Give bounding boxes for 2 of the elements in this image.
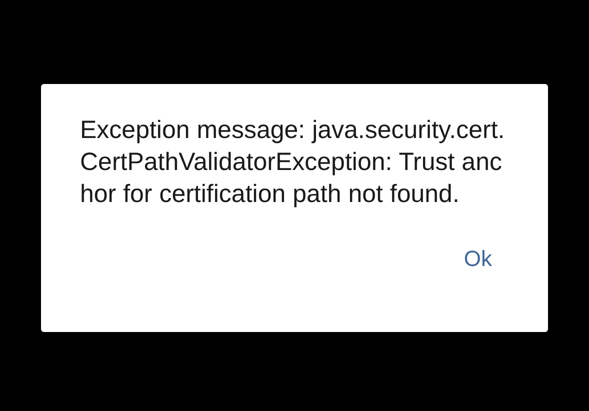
dialog-message: Exception message: java.security.cert.CertPathValidatorException: Trust anchor for certification path not found. xyxy=(80,115,506,210)
ok-button[interactable]: Ok xyxy=(452,242,504,276)
